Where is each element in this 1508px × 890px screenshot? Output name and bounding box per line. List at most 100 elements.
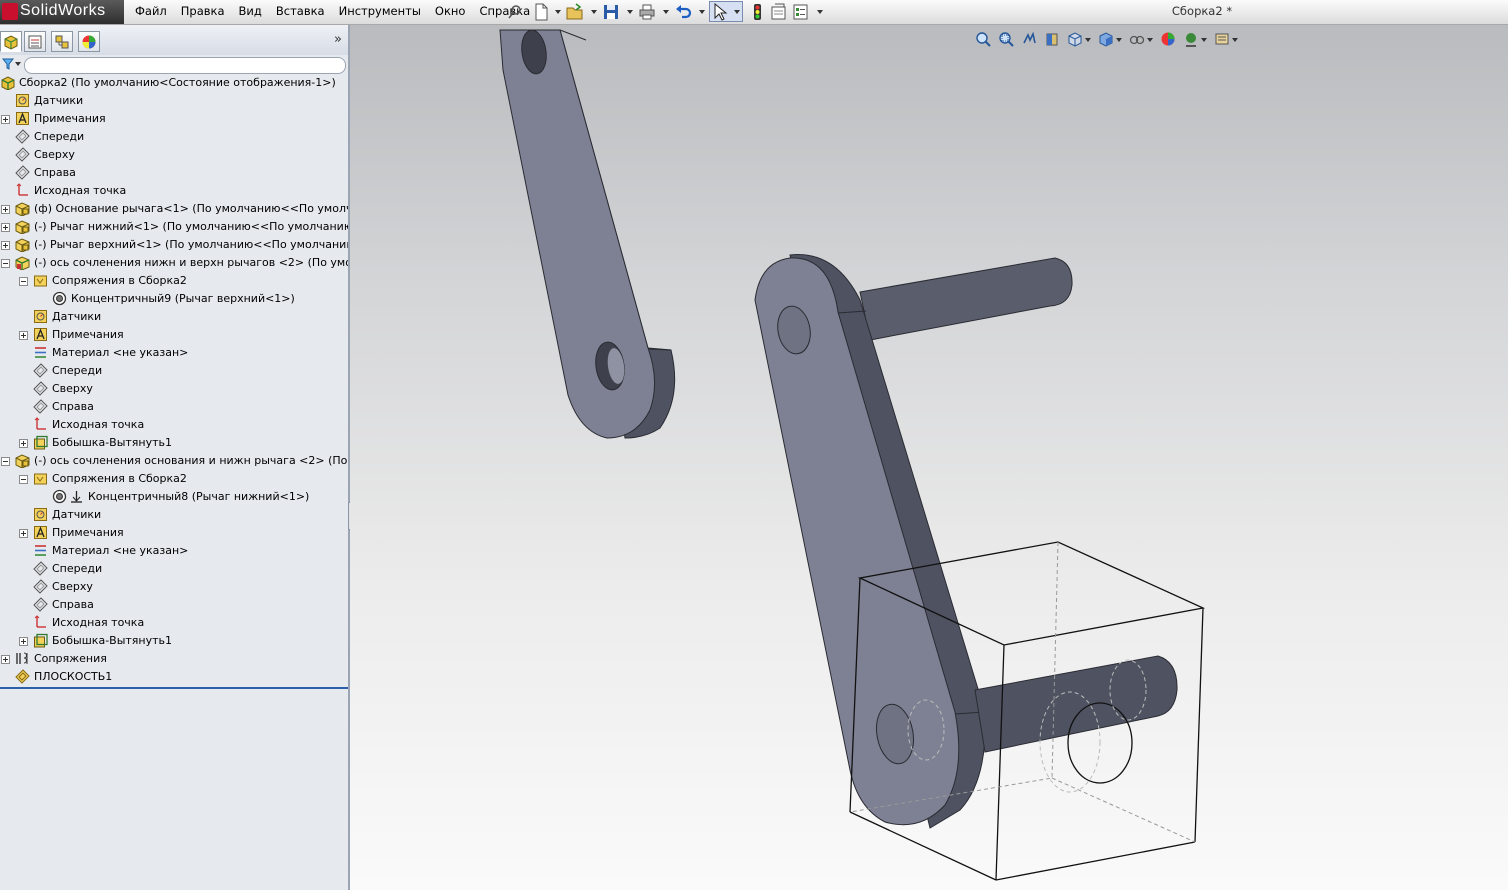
open-dropdown-arrow[interactable] bbox=[591, 10, 597, 14]
save-icon[interactable] bbox=[601, 2, 621, 22]
tree-item[interactable]: Примечания bbox=[0, 326, 348, 344]
expand-toggle[interactable] bbox=[19, 637, 28, 646]
propertymanager-tab[interactable] bbox=[24, 31, 46, 52]
expand-toggle[interactable] bbox=[19, 439, 28, 448]
open-icon[interactable] bbox=[565, 2, 585, 22]
extrude-icon bbox=[34, 633, 48, 648]
expand-toggle[interactable] bbox=[1, 655, 10, 664]
graphics-viewport[interactable] bbox=[350, 25, 1508, 890]
tree-item-label: ПЛОСКОСТЬ1 bbox=[34, 670, 113, 683]
configurationmanager-tab[interactable] bbox=[51, 31, 73, 52]
expand-panel-icon[interactable]: » bbox=[334, 32, 342, 47]
document-title: Сборка2 * bbox=[1171, 4, 1233, 18]
expand-toggle[interactable] bbox=[1, 205, 10, 214]
tree-item[interactable]: Справа bbox=[0, 596, 348, 614]
menu-item-2[interactable]: Вид bbox=[232, 0, 269, 24]
filter-input[interactable] bbox=[24, 57, 346, 74]
new-document-icon[interactable] bbox=[531, 2, 551, 22]
model-scene[interactable] bbox=[350, 25, 1508, 890]
collapse-toggle[interactable] bbox=[1, 457, 10, 466]
tree-item[interactable]: Спереди bbox=[0, 362, 348, 380]
tree-item[interactable]: (-) Рычаг верхний<1> (По умолчанию<<По у… bbox=[0, 236, 348, 254]
tree-item[interactable]: Концентричный8 (Рычаг нижний<1>) bbox=[0, 488, 348, 506]
tree-item[interactable]: Примечания bbox=[0, 110, 348, 128]
traffic-light-rebuild-icon[interactable] bbox=[747, 2, 767, 22]
tree-item[interactable]: Исходная точка bbox=[0, 416, 348, 434]
tree-item[interactable]: Датчики bbox=[0, 506, 348, 524]
undo-icon[interactable] bbox=[673, 2, 693, 22]
tree-item[interactable]: (-) ось сочленения основания и нижн рыча… bbox=[0, 452, 348, 470]
menu-item-3[interactable]: Вставка bbox=[269, 0, 332, 24]
filter-icon[interactable] bbox=[2, 58, 14, 70]
undo-dropdown-arrow[interactable] bbox=[699, 10, 705, 14]
expand-toggle[interactable] bbox=[1, 115, 10, 124]
tree-item[interactable]: Сопряжения в Сборка2 bbox=[0, 470, 348, 488]
tree-item-label: Сверху bbox=[34, 148, 75, 161]
tree-item-label: Сопряжения bbox=[34, 652, 107, 665]
origin-icon bbox=[16, 183, 28, 196]
pin-icon[interactable] bbox=[505, 2, 525, 22]
tree-item[interactable]: Исходная точка bbox=[0, 614, 348, 632]
tree-item[interactable]: Сверху bbox=[0, 578, 348, 596]
tree-item[interactable]: Материал <не указан> bbox=[0, 542, 348, 560]
rollback-bar[interactable] bbox=[0, 687, 348, 689]
print-icon[interactable] bbox=[637, 2, 657, 22]
plane-icon bbox=[33, 579, 48, 594]
tree-item[interactable]: (ф) Основание рычага<1> (По умолчанию<<П… bbox=[0, 200, 348, 218]
concentric-mate-fixed-icon bbox=[52, 489, 67, 504]
new-dropdown-arrow[interactable] bbox=[555, 10, 561, 14]
tree-item[interactable]: Бобышка-Вытянуть1 bbox=[0, 632, 348, 650]
tree-item[interactable]: Материал <не указан> bbox=[0, 344, 348, 362]
collapse-toggle[interactable] bbox=[19, 277, 28, 286]
tree-item[interactable]: Датчики bbox=[0, 308, 348, 326]
tree-item[interactable]: Сопряжения bbox=[0, 650, 348, 668]
menu-item-5[interactable]: Окно bbox=[428, 0, 473, 24]
menu-item-4[interactable]: Инструменты bbox=[332, 0, 428, 24]
tree-item[interactable]: Спереди bbox=[0, 128, 348, 146]
tree-item[interactable]: Бобышка-Вытянуть1 bbox=[0, 434, 348, 452]
lower-axle[interactable] bbox=[974, 655, 1178, 753]
tree-item[interactable]: Справа bbox=[0, 398, 348, 416]
tree-item[interactable]: Справа bbox=[0, 164, 348, 182]
select-button[interactable] bbox=[709, 1, 743, 22]
tree-item[interactable]: Сверху bbox=[0, 146, 348, 164]
sensor-icon bbox=[34, 310, 47, 323]
filter-dropdown-arrow[interactable] bbox=[15, 62, 21, 66]
save-dropdown-arrow[interactable] bbox=[627, 10, 633, 14]
collapse-toggle[interactable] bbox=[19, 475, 28, 484]
tree-item[interactable]: Сборка2 (По умолчанию<Состояние отображе… bbox=[0, 76, 348, 92]
solidworks-logo[interactable]: SolidWorks bbox=[0, 0, 124, 24]
menu-item-0[interactable]: Файл bbox=[128, 0, 174, 24]
expand-toggle[interactable] bbox=[1, 223, 10, 232]
title-bar: SolidWorks Файл Правка Вид Вставка Инструмен… bbox=[0, 0, 1508, 25]
featuremanager-tab[interactable] bbox=[0, 31, 22, 52]
options-icon[interactable] bbox=[791, 2, 811, 22]
tree-item[interactable]: Спереди bbox=[0, 560, 348, 578]
expand-toggle[interactable] bbox=[19, 331, 28, 340]
tree-item[interactable]: Примечания bbox=[0, 524, 348, 542]
file-properties-icon[interactable] bbox=[769, 2, 789, 22]
part-mated-icon bbox=[15, 256, 30, 270]
lower-lever[interactable] bbox=[754, 254, 986, 829]
tree-item[interactable]: ПЛОСКОСТЬ1 bbox=[0, 668, 348, 686]
tree-item[interactable]: (-) Рычаг нижний<1> (По умолчанию<<По ум… bbox=[0, 218, 348, 236]
options-dropdown-arrow[interactable] bbox=[817, 10, 823, 14]
menu-item-1[interactable]: Правка bbox=[174, 0, 232, 24]
tree-item[interactable]: Сопряжения в Сборка2 bbox=[0, 272, 348, 290]
tree-item[interactable]: Сверху bbox=[0, 380, 348, 398]
tree-item-label: Бобышка-Вытянуть1 bbox=[52, 436, 173, 449]
tree-item[interactable]: (-) ось сочленения нижн и верхн рычагов … bbox=[0, 254, 348, 272]
upper-axle[interactable] bbox=[859, 257, 1073, 341]
expand-toggle[interactable] bbox=[1, 241, 10, 250]
fixed-arrow-icon bbox=[71, 491, 82, 503]
tree-item[interactable]: Концентричный9 (Рычаг верхний<1>) bbox=[0, 290, 348, 308]
tree-item[interactable]: Датчики bbox=[0, 92, 348, 110]
tree-item[interactable]: Исходная точка bbox=[0, 182, 348, 200]
tree-item-label: Справа bbox=[52, 400, 94, 413]
collapse-toggle[interactable] bbox=[1, 259, 10, 268]
print-dropdown-arrow[interactable] bbox=[663, 10, 669, 14]
expand-toggle[interactable] bbox=[19, 529, 28, 538]
upper-lever[interactable] bbox=[499, 29, 676, 439]
displaymanager-tab[interactable] bbox=[78, 31, 100, 52]
select-dropdown-arrow[interactable] bbox=[734, 10, 740, 14]
